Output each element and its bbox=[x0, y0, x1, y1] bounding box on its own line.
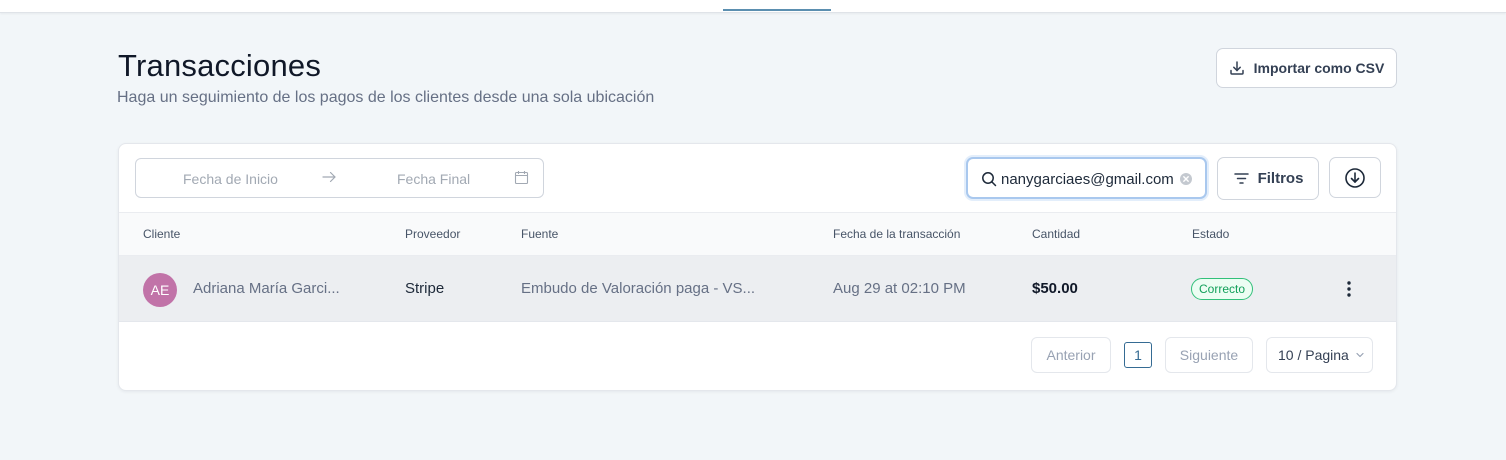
transaction-amount: $50.00 bbox=[1032, 280, 1078, 297]
top-nav-bar bbox=[0, 0, 1506, 13]
date-start-input[interactable]: Fecha de Inicio bbox=[183, 171, 278, 187]
pagination-page-1[interactable]: 1 bbox=[1124, 342, 1152, 368]
provider-name: Stripe bbox=[405, 280, 445, 297]
transaction-date: Aug 29 at 02:10 PM bbox=[833, 280, 966, 297]
chevron-down-icon bbox=[1356, 352, 1364, 358]
arrow-right-icon bbox=[322, 171, 336, 183]
column-header-date[interactable]: Fecha de la transacción bbox=[833, 227, 960, 241]
search-box[interactable] bbox=[966, 157, 1207, 199]
page-size-label: 10 / Pagina bbox=[1278, 347, 1349, 363]
source-name: Embudo de Valoración paga - VS... bbox=[521, 280, 756, 297]
status-badge: Correcto bbox=[1191, 278, 1254, 300]
page-title: Transacciones bbox=[118, 48, 322, 83]
date-range-picker[interactable]: Fecha de Inicio Fecha Final bbox=[135, 158, 544, 198]
search-icon bbox=[982, 172, 997, 187]
pagination-next-button[interactable]: Siguiente bbox=[1165, 337, 1253, 373]
column-header-source[interactable]: Fuente bbox=[521, 227, 558, 241]
column-header-status[interactable]: Estado bbox=[1192, 227, 1229, 241]
more-vertical-icon bbox=[1347, 281, 1351, 297]
import-csv-button[interactable]: Importar como CSV bbox=[1216, 48, 1397, 88]
active-tab-indicator bbox=[723, 9, 831, 11]
table-row[interactable]: AE Adriana María Garci... Stripe Embudo … bbox=[119, 256, 1396, 322]
page-size-select[interactable]: 10 / Pagina bbox=[1266, 337, 1373, 373]
download-circle-icon bbox=[1345, 167, 1365, 188]
table-header: Cliente Proveedor Fuente Fecha de la tra… bbox=[119, 212, 1396, 256]
row-actions-button[interactable] bbox=[1339, 278, 1359, 300]
download-icon bbox=[1229, 61, 1244, 75]
filter-icon bbox=[1233, 173, 1249, 184]
import-csv-label: Importar como CSV bbox=[1253, 60, 1385, 76]
column-header-amount[interactable]: Cantidad bbox=[1032, 227, 1080, 241]
search-input[interactable] bbox=[1001, 168, 1181, 190]
transactions-card: Fecha de Inicio Fecha Final Filtros Cli bbox=[118, 143, 1397, 391]
page-subtitle: Haga un seguimiento de los pagos de los … bbox=[117, 89, 655, 106]
pagination-prev-button[interactable]: Anterior bbox=[1031, 337, 1111, 373]
filters-label: Filtros bbox=[1257, 170, 1304, 187]
client-name: Adriana María Garci... bbox=[193, 280, 340, 297]
avatar: AE bbox=[143, 273, 177, 307]
column-header-provider[interactable]: Proveedor bbox=[405, 227, 460, 241]
clear-icon[interactable] bbox=[1179, 172, 1193, 186]
column-header-client[interactable]: Cliente bbox=[143, 227, 180, 241]
calendar-icon bbox=[514, 171, 529, 185]
date-end-input[interactable]: Fecha Final bbox=[397, 171, 470, 187]
export-button[interactable] bbox=[1329, 157, 1381, 198]
filters-button[interactable]: Filtros bbox=[1217, 157, 1319, 200]
